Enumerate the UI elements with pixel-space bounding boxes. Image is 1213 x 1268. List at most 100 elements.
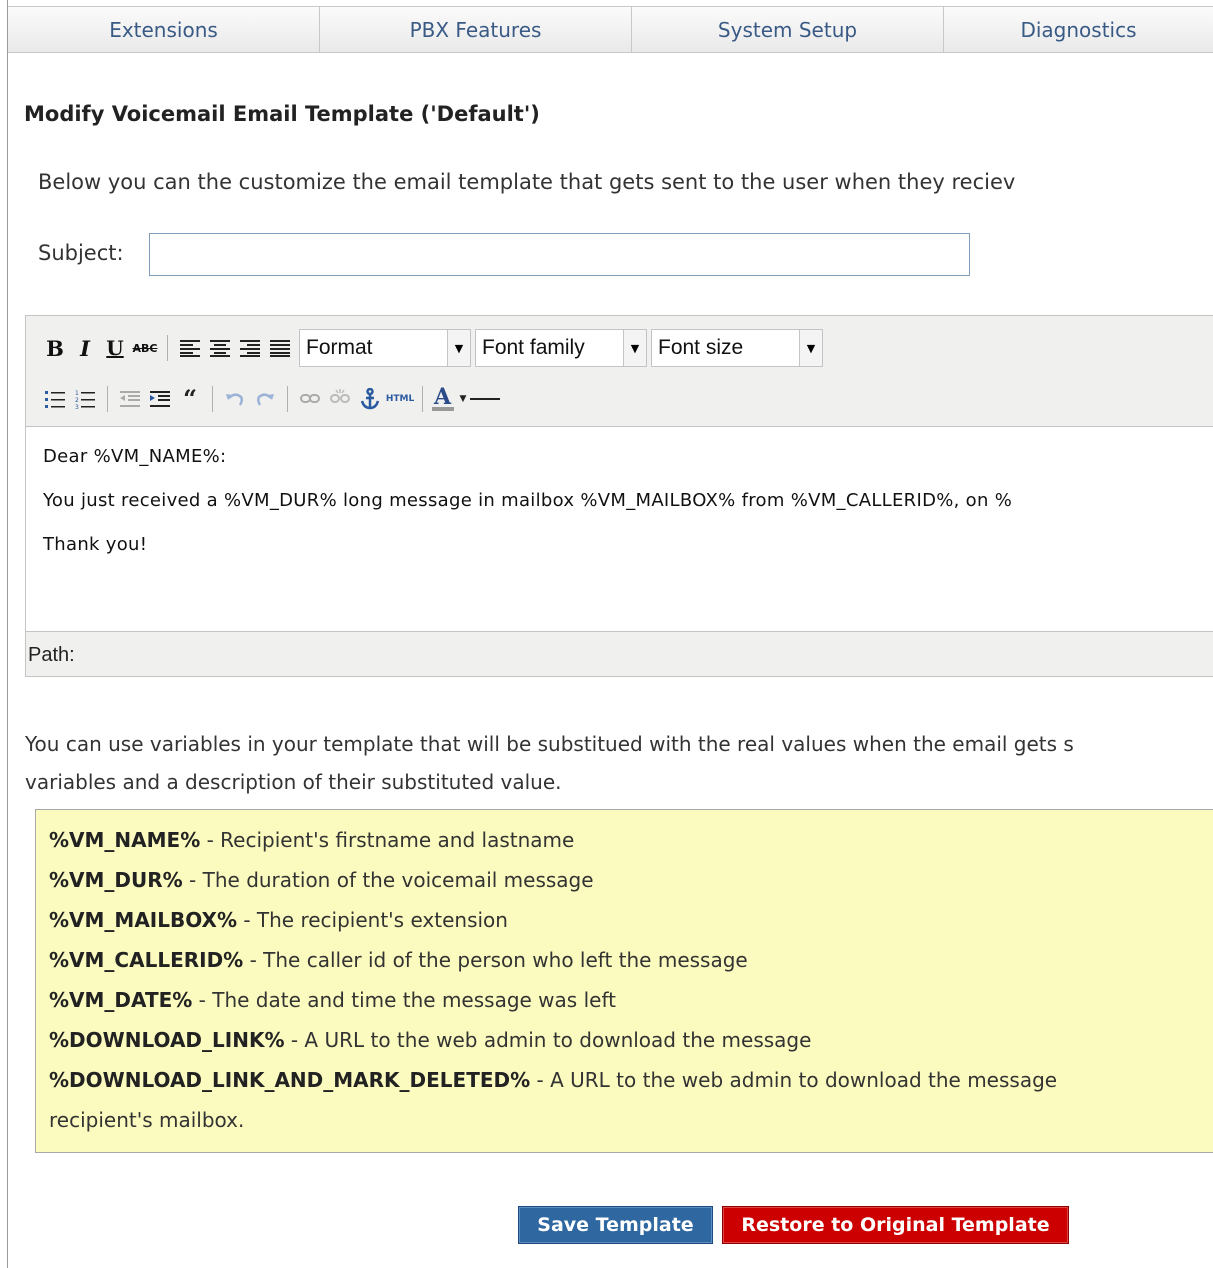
strikethrough-button[interactable]: ABC (130, 333, 160, 363)
bullet-list-button[interactable] (40, 384, 70, 414)
variable-item: %DOWNLOAD_LINK% - A URL to the web admin… (49, 1028, 811, 1052)
font-family-select[interactable]: Font family ▼ (475, 329, 647, 367)
anchor-button[interactable] (355, 384, 385, 414)
align-justify-button[interactable] (265, 333, 295, 363)
tab-pbx-features[interactable]: PBX Features (320, 7, 632, 52)
redo-icon (256, 393, 274, 406)
outdent-button[interactable] (115, 384, 145, 414)
variables-intro-line: You can use variables in your template t… (25, 732, 1074, 756)
editor-line: Thank you! (43, 534, 148, 555)
editor-line: Dear %VM_NAME%: (43, 446, 227, 467)
subject-input[interactable] (149, 233, 970, 276)
italic-icon: I (80, 335, 90, 361)
svg-text:A: A (433, 386, 452, 410)
variable-description: - The duration of the voicemail message (182, 868, 594, 892)
editor-path-label: Path: (28, 644, 75, 666)
align-left-button[interactable] (175, 333, 205, 363)
variable-item: %DOWNLOAD_LINK_AND_MARK_DELETED% - A URL… (49, 1068, 1057, 1092)
main-tabs: Extensions PBX Features System Setup Dia… (8, 6, 1213, 53)
variable-name: %VM_DUR% (49, 868, 183, 892)
redo-button[interactable] (250, 384, 280, 414)
variable-item: %VM_CALLERID% - The caller id of the per… (49, 948, 748, 972)
undo-icon (226, 393, 244, 406)
action-buttons: Save Template Restore to Original Templa… (518, 1206, 1069, 1244)
svg-text:3: 3 (75, 404, 79, 409)
outdent-icon (120, 391, 140, 407)
italic-button[interactable]: I (70, 333, 100, 363)
underline-icon: U (106, 336, 124, 360)
anchor-icon (360, 388, 380, 410)
tab-extensions[interactable]: Extensions (8, 7, 320, 52)
link-icon (300, 394, 320, 403)
tab-label: System Setup (717, 17, 858, 42)
align-right-icon (240, 340, 260, 357)
chevron-down-icon: ▼ (623, 330, 646, 366)
align-center-button[interactable] (205, 333, 235, 363)
underline-button[interactable]: U (100, 333, 130, 363)
numbered-list-button[interactable]: 123 (70, 384, 100, 414)
tab-system-setup[interactable]: System Setup (632, 7, 944, 52)
variable-name: %VM_MAILBOX% (49, 908, 237, 932)
bullet-list-icon (45, 391, 65, 408)
toolbar-separator (167, 335, 168, 361)
undo-button[interactable] (220, 384, 250, 414)
insert-link-button[interactable] (295, 384, 325, 414)
variable-description: - The date and time the message was left (192, 988, 616, 1012)
variable-item-continuation: recipient's mailbox. (49, 1108, 245, 1132)
font-size-select-value: Font size (658, 336, 744, 359)
indent-button[interactable] (145, 384, 175, 414)
quote-icon: “ (183, 384, 197, 413)
variable-description: - A URL to the web admin to download the… (530, 1068, 1058, 1092)
align-justify-icon (270, 340, 290, 357)
tab-label: PBX Features (409, 17, 542, 42)
tab-diagnostics[interactable]: Diagnostics (944, 7, 1213, 52)
html-icon: HTML (385, 394, 415, 404)
unlink-button[interactable] (325, 384, 355, 414)
toolbar-separator (422, 386, 423, 412)
tab-label: Extensions (109, 17, 218, 42)
restore-original-template-button[interactable]: Restore to Original Template (722, 1206, 1069, 1244)
text-color-icon: A (432, 386, 454, 411)
variables-intro: You can use variables in your template t… (25, 725, 1074, 801)
horizontal-rule-button[interactable] (470, 384, 500, 414)
svg-text:1: 1 (75, 390, 79, 397)
indent-icon (150, 391, 170, 407)
variable-item: %VM_MAILBOX% - The recipient's extension (49, 908, 508, 932)
rich-text-editor: B I U ABC Format ▼ Font family ▼ Font si… (25, 315, 1213, 677)
page-title: Modify Voicemail Email Template ('Defaul… (24, 102, 540, 126)
toolbar-separator (212, 386, 213, 412)
variable-description: - Recipient's firstname and lastname (200, 828, 575, 852)
svg-text:2: 2 (75, 397, 79, 404)
blockquote-button[interactable]: “ (175, 384, 205, 414)
align-left-icon (180, 340, 200, 357)
font-size-select[interactable]: Font size ▼ (651, 329, 823, 367)
variable-name: %DOWNLOAD_LINK_AND_MARK_DELETED% (49, 1068, 531, 1092)
editor-line: You just received a %VM_DUR% long messag… (43, 490, 1013, 511)
editor-content-area[interactable]: Dear %VM_NAME%: You just received a %VM_… (26, 426, 1213, 632)
text-color-dropdown[interactable]: ▼ (456, 384, 470, 414)
variables-intro-line: variables and a description of their sub… (25, 770, 562, 794)
variable-name: %VM_CALLERID% (49, 948, 244, 972)
variable-name: %VM_DATE% (49, 988, 193, 1012)
variable-description: - The recipient's extension (236, 908, 508, 932)
chevron-down-icon: ▼ (799, 330, 822, 366)
variable-description: - The caller id of the person who left t… (243, 948, 748, 972)
format-select[interactable]: Format ▼ (299, 329, 471, 367)
text-color-button[interactable]: A (430, 384, 456, 414)
editor-statusbar (26, 632, 1213, 676)
font-family-select-value: Font family (482, 336, 585, 359)
variable-item: %VM_DATE% - The date and time the messag… (49, 988, 616, 1012)
bold-button[interactable]: B (40, 333, 70, 363)
variables-list: %VM_NAME% - Recipient's firstname and la… (35, 809, 1213, 1153)
variable-name: %VM_NAME% (49, 828, 201, 852)
unlink-icon (330, 389, 350, 403)
align-center-icon (210, 340, 230, 357)
intro-text: Below you can the customize the email te… (38, 170, 1016, 194)
variable-item: %VM_NAME% - Recipient's firstname and la… (49, 828, 574, 852)
bold-icon: B (46, 335, 64, 361)
variable-name: %DOWNLOAD_LINK% (49, 1028, 285, 1052)
align-right-button[interactable] (235, 333, 265, 363)
tab-label: Diagnostics (1020, 17, 1137, 42)
save-template-button[interactable]: Save Template (518, 1206, 713, 1244)
html-source-button[interactable]: HTML (385, 384, 415, 414)
